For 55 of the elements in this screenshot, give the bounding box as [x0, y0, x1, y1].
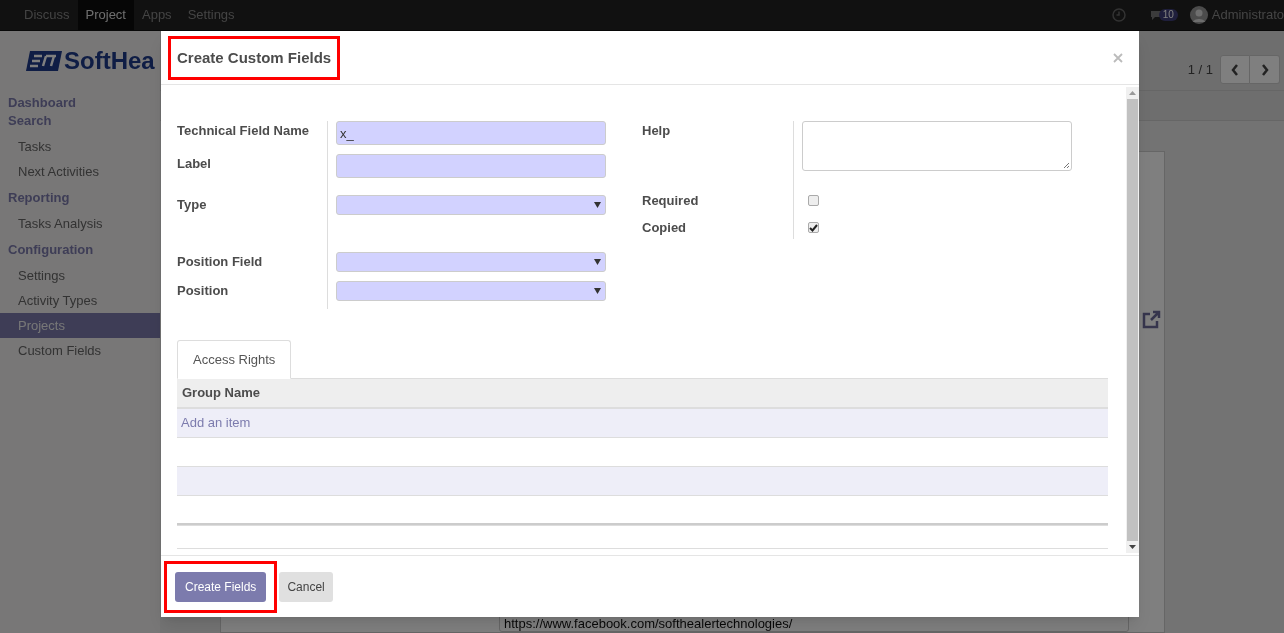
chevron-left-icon: [1231, 63, 1239, 76]
sidebar-item[interactable]: Settings: [0, 263, 160, 288]
logo-icon: [26, 51, 62, 71]
external-link-icon[interactable]: [1141, 310, 1161, 330]
text-field[interactable]: x_: [336, 121, 606, 145]
column-header[interactable]: Group Name: [182, 383, 260, 403]
field-label: Help: [642, 122, 672, 140]
sidebar-section-title[interactable]: Reporting: [0, 189, 160, 207]
message-count-badge: 10: [1158, 9, 1178, 21]
text-field[interactable]: [336, 154, 606, 178]
field-label: Label: [177, 155, 212, 173]
app-menu-item[interactable]: Project: [77, 0, 134, 30]
brand-name: SoftHea: [64, 49, 155, 73]
create-button[interactable]: Create Fields: [175, 571, 267, 602]
url-field-value: https://www.facebook.com/softhealertechnologies/: [504, 617, 793, 631]
dropdown-caret-icon: [594, 202, 601, 208]
textarea-field[interactable]: [802, 121, 1072, 171]
sidebar-item[interactable]: Activity Types: [0, 288, 160, 313]
avatar-icon: [1189, 6, 1208, 24]
sidebar-section-title[interactable]: Dashboard: [0, 94, 160, 112]
dropdown-caret-icon: [594, 288, 601, 294]
tab[interactable]: Access Rights: [177, 340, 292, 379]
sidebar-section-title[interactable]: Search: [0, 112, 160, 130]
select-field[interactable]: [336, 252, 606, 272]
field-label: Position: [177, 282, 230, 300]
chevron-right-icon: [1260, 63, 1269, 76]
clock-icon[interactable]: [1111, 8, 1126, 22]
sidebar-item[interactable]: Custom Fields: [0, 338, 160, 363]
close-button[interactable]: [1113, 52, 1123, 63]
add-item-link[interactable]: Add an item: [181, 413, 251, 433]
field-label: Copied: [642, 219, 688, 237]
messages-button[interactable]: 10: [1149, 9, 1178, 21]
close-icon: [1113, 52, 1123, 63]
sidebar-item[interactable]: Tasks Analysis: [0, 211, 160, 236]
checkbox[interactable]: [808, 222, 819, 233]
resize-handle-icon: [1063, 162, 1070, 169]
field-label: Technical Field Name: [177, 122, 310, 140]
pager-count: 1 / 1: [1187, 60, 1213, 79]
field-label: Position Field: [177, 253, 264, 271]
sidebar-section-title[interactable]: Configuration: [0, 241, 160, 259]
field-label: Required: [642, 192, 700, 210]
scrollbar[interactable]: [1126, 87, 1139, 553]
select-field[interactable]: [336, 281, 606, 301]
next-button[interactable]: [1250, 55, 1280, 84]
cancel-button[interactable]: Cancel: [279, 571, 333, 602]
dropdown-caret-icon: [594, 259, 601, 265]
field-label: Type: [177, 196, 208, 214]
dialog-title: Create Custom Fields: [177, 48, 332, 66]
sidebar-item[interactable]: Next Activities: [0, 159, 160, 184]
chat-icon: [1149, 10, 1162, 20]
select-field[interactable]: [336, 195, 606, 215]
checkbox[interactable]: [808, 195, 819, 206]
scrollbar-thumb[interactable]: [1127, 99, 1138, 541]
previous-button[interactable]: [1220, 55, 1250, 84]
sidebar-item[interactable]: Tasks: [0, 134, 160, 159]
